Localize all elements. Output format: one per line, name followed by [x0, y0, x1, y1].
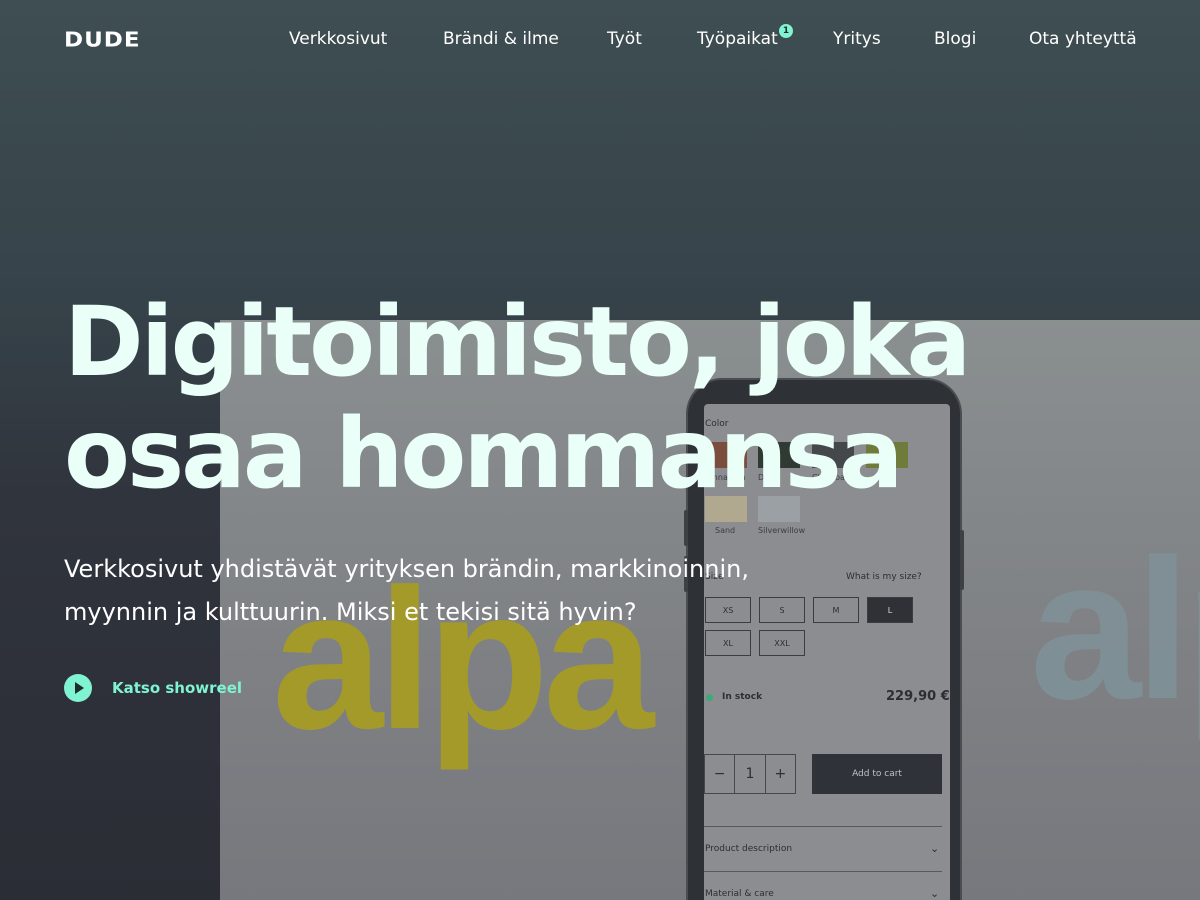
nav-tyopaikat[interactable]: Työpaikat — [697, 29, 778, 49]
stock-status: In stock — [722, 692, 763, 702]
divider — [704, 871, 942, 872]
add-to-cart-button: Add to cart — [812, 754, 942, 794]
qty-plus: + — [774, 766, 787, 782]
qty-value: 1 — [735, 755, 766, 793]
showreel-label[interactable]: Katso showreel — [112, 679, 242, 697]
swatch-caption: Silverwillow — [758, 526, 806, 535]
qty-minus: − — [705, 755, 736, 793]
hero-lead: Verkkosivut yhdistävät yrityksen brändin… — [64, 548, 824, 634]
nav-verkkosivut[interactable]: Verkkosivut — [289, 29, 387, 49]
nav-blogi[interactable]: Blogi — [934, 29, 976, 49]
price: 229,90 € — [886, 689, 950, 704]
nav-ota-yhteytta[interactable]: Ota yhteyttä — [1029, 29, 1137, 49]
swatch-caption: Sand — [715, 526, 736, 535]
size-option-selected: L — [867, 597, 913, 623]
hero-title: Digitoimisto, joka osaa hommansa — [64, 286, 1064, 510]
stock-dot — [706, 694, 713, 701]
hero-lead-line1: Verkkosivut yhdistävät yrityksen brändin… — [64, 555, 749, 583]
chevron-down-icon: ⌄ — [930, 842, 940, 855]
divider — [704, 826, 942, 827]
size-help: What is my size? — [846, 572, 922, 582]
brand-word-right: alp — [1030, 518, 1200, 741]
nav-tyot[interactable]: Työt — [607, 29, 642, 49]
notification-badge: 1 — [779, 24, 793, 38]
site-header: DUDE Verkkosivut Brändi & ilme Työt Työp… — [0, 0, 1200, 80]
accordion-product-description: Product description — [705, 844, 793, 854]
hero-title-line2: osaa hommansa — [64, 398, 903, 510]
quantity-stepper: − 1 + — [704, 754, 796, 794]
nav-brandi-ilme[interactable]: Brändi & ilme — [443, 29, 559, 49]
hero-lead-line2: myynnin ja kulttuurin. Miksi et tekisi s… — [64, 598, 637, 626]
chevron-down-icon: ⌄ — [930, 887, 940, 900]
showreel-link[interactable]: Katso showreel — [64, 674, 242, 702]
accordion-material-care: Material & care — [705, 889, 774, 899]
play-icon[interactable] — [64, 674, 92, 702]
hero-title-line1: Digitoimisto, joka — [64, 286, 971, 398]
logo[interactable]: DUDE — [64, 28, 141, 51]
nav-yritys[interactable]: Yritys — [833, 29, 881, 49]
